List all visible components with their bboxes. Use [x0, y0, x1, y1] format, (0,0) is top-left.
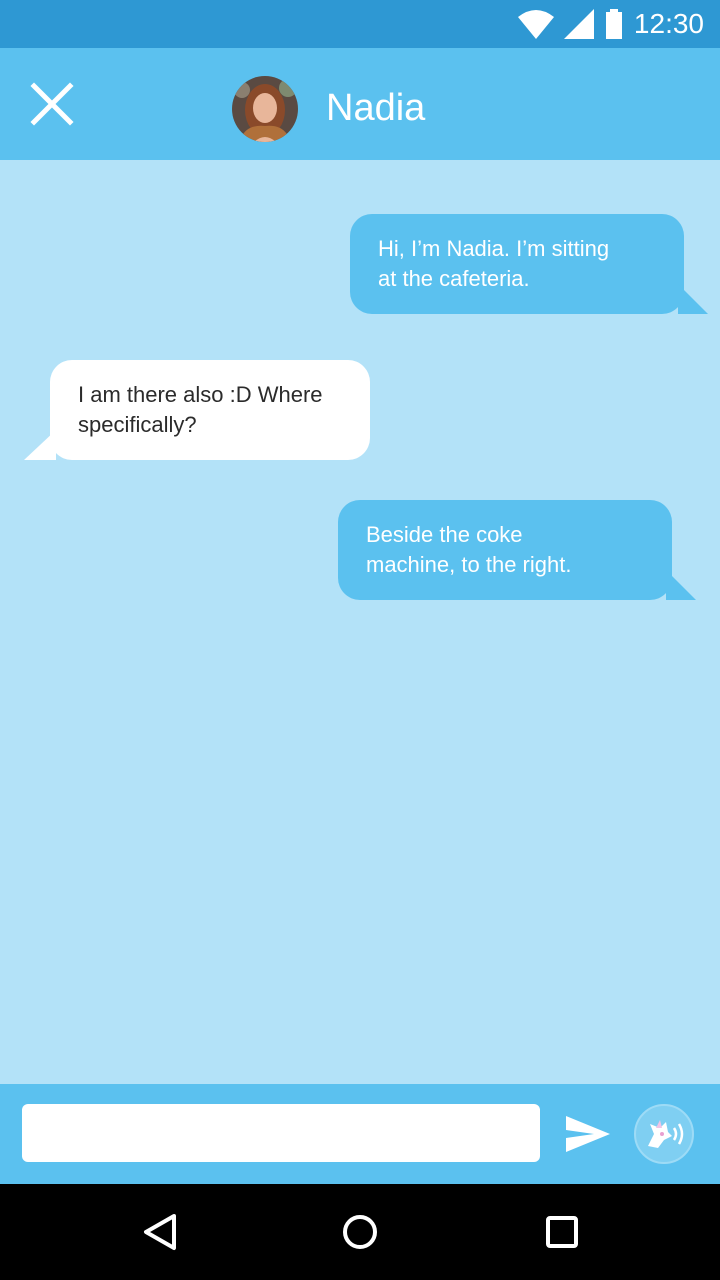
bubble-tail — [678, 284, 708, 314]
send-button[interactable] — [560, 1110, 616, 1158]
message-text-line: at the cafeteria. — [378, 266, 530, 291]
chat-header: Nadia — [0, 48, 720, 160]
message-composer — [0, 1084, 720, 1184]
message-bubble[interactable]: Beside the coke machine, to the right. — [338, 500, 672, 600]
home-button[interactable] — [340, 1212, 380, 1252]
status-time: 12:30 — [633, 8, 704, 39]
message-bubble[interactable]: I am there also :D Where specifically? — [50, 360, 370, 460]
avatar[interactable] — [232, 76, 298, 142]
message-text-line: machine, to the right. — [366, 552, 572, 577]
voice-assistant-button[interactable] — [634, 1104, 694, 1164]
send-icon — [566, 1116, 610, 1152]
bubble-tail — [666, 570, 696, 600]
message-text-line: Hi, I’m Nadia. I’m sitting — [378, 236, 610, 261]
message-text-line: Beside the coke — [366, 522, 523, 547]
message-text-line: specifically? — [78, 412, 197, 437]
avatar-photo — [232, 76, 298, 142]
recents-button[interactable] — [542, 1212, 582, 1252]
voice-assistant-icon — [648, 1120, 684, 1148]
home-icon — [343, 1215, 377, 1249]
status-icons: 12:30 — [517, 0, 704, 48]
message-bubble[interactable]: Hi, I’m Nadia. I’m sitting at the cafete… — [350, 214, 684, 314]
close-icon — [30, 82, 74, 126]
navigation-bar — [0, 1184, 720, 1280]
bubble-tail — [24, 430, 56, 460]
recents-icon — [546, 1216, 578, 1248]
close-button[interactable] — [26, 78, 78, 130]
battery-icon — [605, 9, 622, 39]
wifi-icon — [517, 10, 554, 39]
signal-icon — [563, 9, 594, 39]
contact-name: Nadia — [326, 87, 426, 129]
message-text-line: I am there also :D Where — [78, 382, 323, 407]
back-icon — [144, 1214, 176, 1250]
chat-thread: Hi, I’m Nadia. I’m sitting at the cafete… — [0, 160, 720, 1084]
status-bar: 12:30 — [0, 0, 720, 48]
message-input[interactable] — [22, 1104, 540, 1162]
back-button[interactable] — [140, 1212, 180, 1252]
